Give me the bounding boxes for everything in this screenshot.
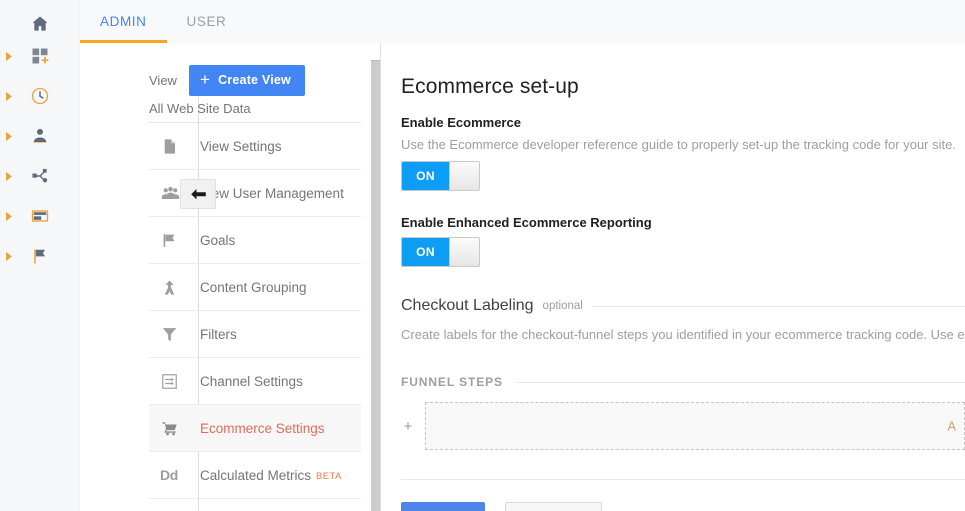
enable-ecommerce-label: Enable Ecommerce [401, 115, 965, 130]
menu-item-calculated-metrics[interactable]: Dd Calculated Metrics BETA [149, 452, 361, 499]
top-tab-bar: ADMIN USER [80, 0, 965, 43]
menu-item-ecommerce-settings[interactable]: Ecommerce Settings [149, 405, 361, 452]
enable-ecommerce-help: Use the Ecommerce developer reference gu… [401, 137, 965, 152]
enhanced-reporting-toggle[interactable]: ON [401, 237, 480, 267]
rail-item-audience[interactable] [0, 116, 80, 156]
channel-settings-icon [160, 372, 200, 391]
collapse-panel-button[interactable] [180, 179, 216, 209]
menu-item-goals[interactable]: Goals [149, 217, 361, 264]
menu-item-text: Calculated Metrics [200, 468, 311, 483]
page-title: Ecommerce set-up [401, 75, 965, 99]
tab-user-label: USER [187, 14, 227, 29]
flag-icon [18, 246, 80, 266]
chevron-right-icon[interactable] [0, 172, 18, 181]
menu-item-label: Channel Settings [200, 374, 303, 389]
middle-panel-scrollbar[interactable] [371, 60, 380, 511]
enhanced-reporting-label: Enable Enhanced Ecommerce Reporting [401, 215, 965, 230]
tab-list: ADMIN USER [80, 0, 965, 43]
form-actions: Save Cancel [401, 502, 965, 511]
create-view-button[interactable]: + Create View [189, 65, 305, 96]
dd-icon: Dd [160, 467, 200, 483]
chevron-right-icon[interactable] [0, 252, 18, 261]
view-settings-panel: View + Create View All Web Site Data Vie… [80, 43, 380, 511]
shopping-cart-icon [160, 419, 200, 438]
spacer [401, 191, 965, 215]
document-icon [160, 137, 200, 156]
view-header: View + Create View [149, 65, 305, 96]
chevron-right-icon[interactable] [0, 92, 18, 101]
back-arrow-icon [190, 188, 207, 201]
left-icon-rail [0, 0, 80, 511]
menu-item-label: Ecommerce Settings [200, 421, 325, 436]
menu-item-filters[interactable]: Filters [149, 311, 361, 358]
rail-item-realtime[interactable] [0, 76, 80, 116]
save-button[interactable]: Save [401, 502, 485, 511]
section-divider [592, 306, 965, 307]
rail-item-behavior[interactable] [0, 196, 80, 236]
chevron-right-icon[interactable] [0, 212, 18, 221]
form-bottom-divider [401, 479, 965, 480]
spacer [401, 351, 965, 375]
toggle-knob [449, 162, 479, 190]
chevron-right-icon[interactable] [0, 52, 18, 61]
menu-item-label: Goals [200, 233, 235, 248]
rail-item-customization[interactable] [0, 36, 80, 76]
add-funnel-step-button[interactable]: + [401, 419, 415, 434]
toggle-knob [449, 238, 479, 266]
cancel-button[interactable]: Cancel [505, 502, 602, 511]
tab-admin[interactable]: ADMIN [80, 0, 167, 43]
spacer [401, 267, 965, 297]
checkout-labeling-header: Checkout Labeling optional [401, 297, 965, 315]
checkout-labeling-help: Create labels for the checkout-funnel st… [401, 327, 965, 342]
current-view-name[interactable]: All Web Site Data [149, 101, 251, 116]
dd-glyph-label: Dd [160, 467, 178, 483]
funnel-step-dropzone[interactable]: A [425, 402, 965, 450]
person-icon [18, 126, 80, 146]
dashboard-add-icon [18, 46, 80, 66]
share-network-icon [18, 166, 80, 186]
tab-user[interactable]: USER [167, 0, 247, 43]
funnel-icon [160, 325, 200, 344]
enable-ecommerce-toggle[interactable]: ON [401, 161, 480, 191]
ecommerce-setup-screen: ADMIN USER View + Create View All Web Si… [0, 0, 965, 511]
enable-ecommerce-toggle-state: ON [402, 162, 449, 190]
view-label: View [149, 73, 177, 88]
menu-item-view-settings[interactable]: View Settings [149, 123, 361, 170]
plus-icon: + [200, 71, 210, 88]
checkout-labeling-title: Checkout Labeling [401, 297, 534, 315]
funnel-steps-header: FUNNEL STEPS [401, 375, 965, 389]
chevron-right-icon[interactable] [0, 132, 18, 141]
window-icon [18, 206, 80, 226]
flag-icon [160, 231, 200, 250]
menu-item-label: View User Management [200, 186, 344, 201]
menu-item-label: View Settings [200, 139, 282, 154]
clock-icon [18, 86, 80, 106]
funnel-step-row: + A [401, 402, 965, 450]
funnel-steps-title: FUNNEL STEPS [401, 375, 503, 389]
rail-item-acquisition[interactable] [0, 156, 80, 196]
menu-item-channel-settings[interactable]: Channel Settings [149, 358, 361, 405]
subsection-divider [515, 382, 965, 383]
home-icon [18, 14, 80, 34]
content-grouping-icon [160, 278, 200, 297]
menu-item-label: Filters [200, 327, 237, 342]
menu-item-label: Content Grouping [200, 280, 307, 295]
checkout-labeling-optional: optional [543, 300, 583, 312]
create-view-label: Create View [218, 74, 291, 87]
beta-badge: BETA [316, 471, 342, 482]
main-content: Ecommerce set-up Enable Ecommerce Use th… [381, 43, 965, 511]
funnel-step-action-label[interactable]: A [947, 419, 956, 434]
menu-item-content-grouping[interactable]: Content Grouping [149, 264, 361, 311]
rail-item-conversions[interactable] [0, 236, 80, 276]
menu-item-label: Calculated Metrics BETA [200, 468, 342, 483]
tab-admin-label: ADMIN [100, 14, 147, 29]
enhanced-reporting-toggle-state: ON [402, 238, 449, 266]
